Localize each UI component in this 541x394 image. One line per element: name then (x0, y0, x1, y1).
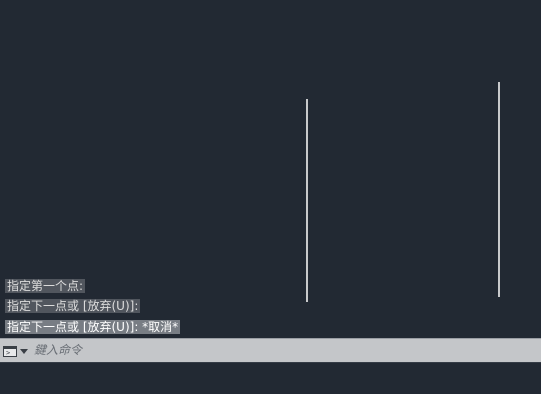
prompt-icon-glyph: >_ (6, 349, 15, 357)
command-prompt-icon[interactable]: >_ (3, 346, 17, 357)
command-line-bar: >_ (0, 338, 541, 362)
drawing-canvas[interactable]: 指定第一个点: 指定下一点或 [放弃(U)]: 指定下一点或 [放弃(U)]: … (0, 0, 541, 338)
command-history-line-latest: 指定下一点或 [放弃(U)]: *取消* (5, 320, 181, 334)
command-input[interactable] (34, 341, 524, 359)
command-history-line: 指定第一个点: (5, 279, 86, 293)
cad-window: 指定第一个点: 指定下一点或 [放弃(U)]: 指定下一点或 [放弃(U)]: … (0, 0, 541, 394)
status-bar (0, 362, 541, 394)
chevron-down-icon[interactable] (20, 349, 28, 354)
command-history-line: 指定下一点或 [放弃(U)]: (5, 299, 141, 313)
